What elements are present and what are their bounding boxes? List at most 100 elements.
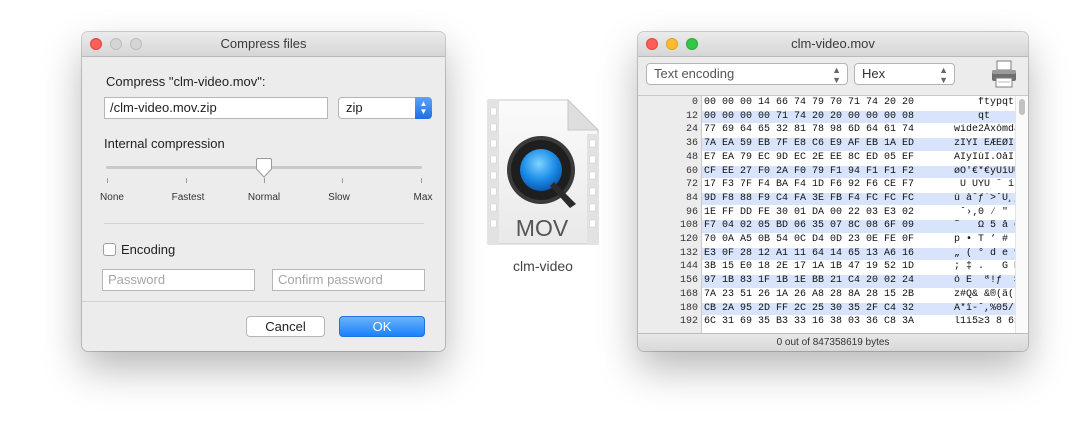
divider xyxy=(104,223,424,224)
zoom-button[interactable] xyxy=(686,38,698,50)
row-offset: 192 xyxy=(679,316,698,328)
hex-viewer-window: clm-video.mov Text encoding ▲ ▼ Hex ▲ ▼ 00… xyxy=(638,32,1028,351)
minimize-button[interactable] xyxy=(666,38,678,50)
slider-tick xyxy=(421,178,422,183)
row-ascii-text: ˜ Ω 5 å o xyxy=(954,220,1016,232)
row-hex-bytes: 3B 15 E0 18 2E 17 1A 1B 47 19 52 1D xyxy=(704,261,915,273)
display-mode-popup[interactable]: Hex ▲ ▼ xyxy=(854,63,955,85)
file-name-label: clm-video xyxy=(513,258,573,274)
printer-icon[interactable] xyxy=(990,59,1018,89)
encoding-label: Encoding xyxy=(121,242,176,257)
password-field[interactable]: Password xyxy=(102,269,255,291)
cancel-button[interactable]: Cancel xyxy=(246,316,325,337)
row-offset: 84 xyxy=(685,192,698,204)
row-ascii-text: ftypqt xyxy=(978,97,1015,108)
zoom-button[interactable] xyxy=(130,38,142,50)
row-offset: 156 xyxy=(679,275,698,287)
row-ascii-text: p • T ‘ # ˛ xyxy=(954,234,1016,245)
row-hex-bytes: 77 69 64 65 32 81 78 98 6D 64 61 74 xyxy=(704,124,915,136)
tick-label-max: Max xyxy=(413,192,433,203)
quicktime-icon[interactable]: MOV xyxy=(484,98,602,246)
row-offset: 108 xyxy=(679,220,698,232)
chevron-updown-icon: ▲ ▼ xyxy=(939,65,948,85)
tick-label-fastest: Fastest xyxy=(171,192,205,203)
tick-label-normal: Normal xyxy=(247,192,281,203)
row-offset: 72 xyxy=(685,179,698,191)
row-ascii-text: ˇ›‚0 ⁄ " „ xyxy=(960,206,1016,218)
row-offset: 168 xyxy=(679,288,698,300)
format-popup-value: zip xyxy=(346,100,363,115)
compress-titlebar: Compress files xyxy=(82,32,445,57)
row-ascii-text: À*ï-ˇ,%05/ƒ2 xyxy=(954,302,1016,314)
row-hex-bytes: 7A EA 59 EB 7F E8 C6 E9 AF EB 1A ED xyxy=(704,138,915,150)
row-offset: 48 xyxy=(685,151,698,163)
row-hex-bytes: 7A 23 51 26 1A 26 A8 28 8A 28 15 2B xyxy=(704,288,915,300)
popup-arrows-icon: ▲ ▼ xyxy=(415,97,432,119)
display-mode-value: Hex xyxy=(862,66,886,81)
row-hex-bytes: 1E FF DD FE 30 01 DA 00 22 03 E3 02 xyxy=(704,206,915,218)
hex-titlebar: clm-video.mov xyxy=(638,32,1028,57)
minimize-button[interactable] xyxy=(110,38,122,50)
row-ascii-text: z#Q& &®(ä( + xyxy=(954,288,1015,300)
encoding-checkbox[interactable] xyxy=(103,243,116,256)
row-hex-bytes: 00 00 00 00 71 74 20 20 00 00 00 08 xyxy=(704,110,915,122)
row-hex-bytes: E3 0F 28 12 A1 11 64 14 65 13 A6 16 xyxy=(704,247,915,259)
window-title: Compress files xyxy=(220,36,307,51)
close-button[interactable] xyxy=(646,38,658,50)
format-popup[interactable]: zip ▲ ▼ xyxy=(338,97,432,119)
ok-button[interactable]: OK xyxy=(339,316,425,337)
scroll-thumb[interactable] xyxy=(1019,99,1025,115)
row-offset: 120 xyxy=(679,234,698,245)
slider-tick xyxy=(186,178,187,183)
slider-tick xyxy=(264,178,265,183)
chevron-updown-icon: ▲ ▼ xyxy=(832,65,841,85)
footer-divider xyxy=(82,301,445,302)
row-offset: 96 xyxy=(685,206,698,218)
hex-content[interactable]: 0 00 00 00 14 66 74 79 70 71 74 20 20 fty… xyxy=(638,95,1028,334)
row-offset: 12 xyxy=(685,110,698,122)
window-controls xyxy=(646,38,698,50)
text-encoding-value: Text encoding xyxy=(654,66,735,81)
archive-filename-field[interactable]: /clm-video.mov.zip xyxy=(104,97,328,119)
row-offset: 144 xyxy=(679,261,698,273)
tick-label-none: None xyxy=(100,192,124,203)
tick-label-slow: Slow xyxy=(328,192,350,203)
row-hex-bytes: 17 F3 7F F4 BA F4 1D F6 92 F6 CE F7 xyxy=(704,179,915,191)
row-ascii-text: wide2Åxòmdat xyxy=(954,124,1016,136)
status-bar: 0 out of 847358619 bytes xyxy=(638,333,1028,351)
compress-dialog: Compress files Compress "clm-video.mov":… xyxy=(82,32,445,351)
close-button[interactable] xyxy=(90,38,102,50)
row-ascii-text: øÓ'€*€yÚìÚÛÙ xyxy=(954,165,1016,177)
row-offset: 180 xyxy=(679,302,698,314)
row-hex-bytes: CB 2A 95 2D FF 2C 25 30 35 2F C4 32 xyxy=(704,302,915,314)
row-offset: 0 xyxy=(691,97,698,108)
slider-knob[interactable] xyxy=(255,158,273,178)
slider-tick xyxy=(342,178,343,183)
row-offset: 132 xyxy=(679,247,698,259)
row-hex-bytes: 97 1B 83 1F 1B 1E BB 21 C4 20 02 24 xyxy=(704,275,915,287)
confirm-password-field[interactable]: Confirm password xyxy=(272,269,425,291)
row-ascii-text: qt xyxy=(978,110,991,122)
row-hex-bytes: F7 04 02 05 BD 06 35 07 8C 08 6F 09 xyxy=(704,220,915,232)
compress-heading: Compress "clm-video.mov": xyxy=(106,74,266,89)
row-offset: 36 xyxy=(685,138,698,150)
row-hex-bytes: 70 0A A5 0B 54 0C D4 0D 23 0E FE 0F xyxy=(704,234,915,245)
text-encoding-popup[interactable]: Text encoding ▲ ▼ xyxy=(646,63,848,85)
row-ascii-text: l1i5≥3 8 6»: xyxy=(954,316,1016,328)
row-hex-bytes: 6C 31 69 35 B3 33 16 38 03 36 C8 3A xyxy=(704,316,915,328)
row-hex-bytes: 00 00 00 14 66 74 79 70 71 74 20 20 xyxy=(704,97,915,108)
window-title: clm-video.mov xyxy=(791,36,875,51)
compression-label: Internal compression xyxy=(104,136,225,151)
row-hex-bytes: CF EE 27 F0 2A F0 79 F1 94 F1 F1 F2 xyxy=(704,165,915,177)
slider-tick xyxy=(107,178,108,183)
row-ascii-text: zÍYÎ ÈÆÉØÎ Ì xyxy=(954,138,1015,150)
row-hex-bytes: E7 EA 79 EC 9D EC 2E EE 8C ED 05 EF xyxy=(704,151,915,163)
row-hex-bytes: 9D F8 88 F9 C4 FA 3E FB F4 FC FC FC xyxy=(704,192,915,204)
row-ascii-text: ù¯à˘ƒ˙>˚Ù¸¸¸ xyxy=(954,192,1016,204)
row-ascii-text: ÁÍyÌùÌ.ÓåÎ Ô xyxy=(954,151,1015,163)
row-ascii-text: ; ‡ . G R xyxy=(954,261,1016,273)
row-ascii-text: „ ( ° d e ¶ xyxy=(954,247,1016,259)
vertical-scrollbar[interactable] xyxy=(1015,96,1028,334)
window-controls xyxy=(90,38,142,50)
file-type-label: MOV xyxy=(516,215,569,241)
